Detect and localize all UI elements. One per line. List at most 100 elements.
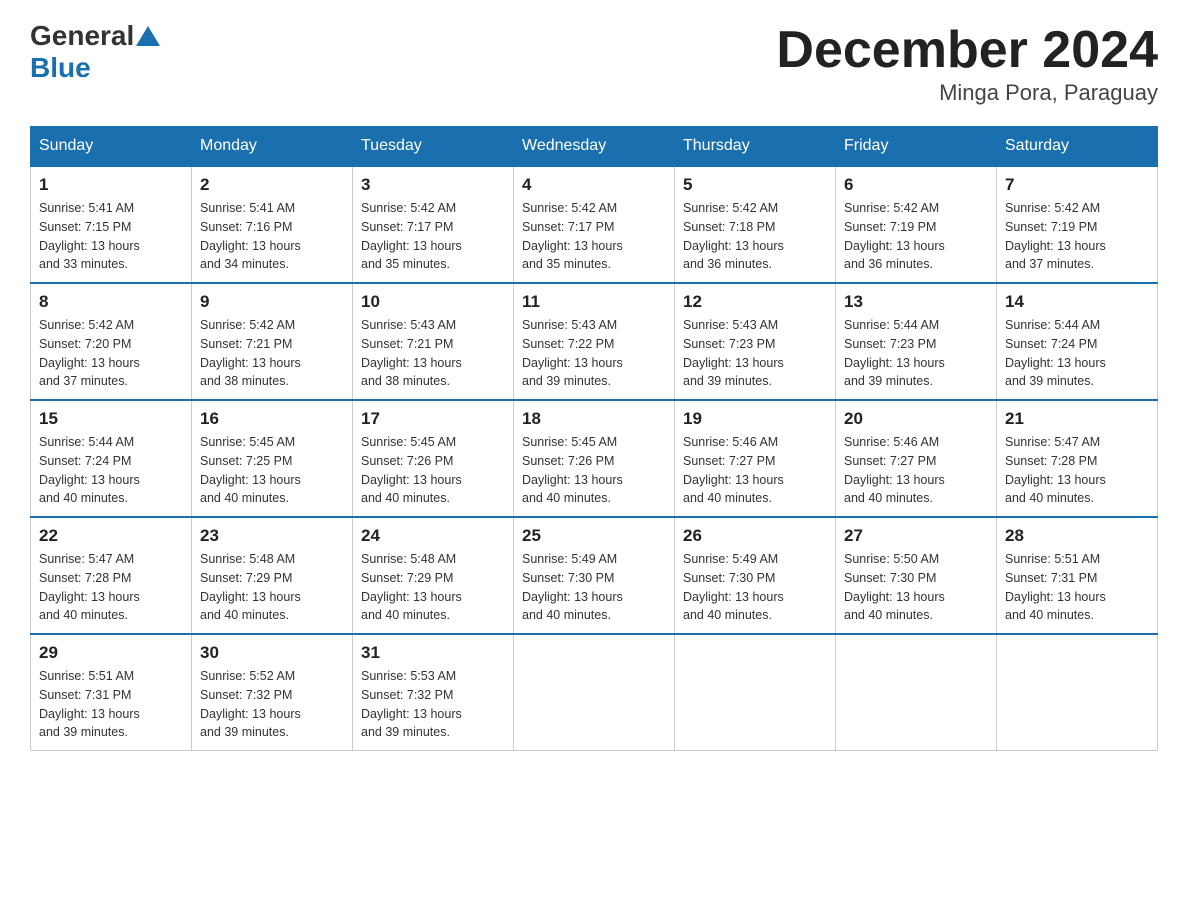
- logo: General Blue: [30, 20, 162, 84]
- header-thursday: Thursday: [675, 127, 836, 167]
- day-info: Sunrise: 5:42 AM Sunset: 7:18 PM Dayligh…: [683, 199, 827, 274]
- table-row: 6 Sunrise: 5:42 AM Sunset: 7:19 PM Dayli…: [836, 166, 997, 283]
- day-number: 12: [683, 292, 827, 312]
- logo-general-text: General: [30, 20, 134, 52]
- table-row: 12 Sunrise: 5:43 AM Sunset: 7:23 PM Dayl…: [675, 283, 836, 400]
- table-row: 19 Sunrise: 5:46 AM Sunset: 7:27 PM Dayl…: [675, 400, 836, 517]
- day-number: 27: [844, 526, 988, 546]
- header-sunday: Sunday: [31, 127, 192, 167]
- day-info: Sunrise: 5:45 AM Sunset: 7:26 PM Dayligh…: [361, 433, 505, 508]
- table-row: [997, 634, 1158, 751]
- calendar-table: Sunday Monday Tuesday Wednesday Thursday…: [30, 126, 1158, 751]
- header-tuesday: Tuesday: [353, 127, 514, 167]
- table-row: 15 Sunrise: 5:44 AM Sunset: 7:24 PM Dayl…: [31, 400, 192, 517]
- day-info: Sunrise: 5:43 AM Sunset: 7:22 PM Dayligh…: [522, 316, 666, 391]
- day-number: 2: [200, 175, 344, 195]
- table-row: 1 Sunrise: 5:41 AM Sunset: 7:15 PM Dayli…: [31, 166, 192, 283]
- table-row: 30 Sunrise: 5:52 AM Sunset: 7:32 PM Dayl…: [192, 634, 353, 751]
- day-number: 10: [361, 292, 505, 312]
- day-number: 7: [1005, 175, 1149, 195]
- table-row: 18 Sunrise: 5:45 AM Sunset: 7:26 PM Dayl…: [514, 400, 675, 517]
- day-number: 21: [1005, 409, 1149, 429]
- day-number: 26: [683, 526, 827, 546]
- table-row: 14 Sunrise: 5:44 AM Sunset: 7:24 PM Dayl…: [997, 283, 1158, 400]
- day-number: 8: [39, 292, 183, 312]
- day-info: Sunrise: 5:44 AM Sunset: 7:24 PM Dayligh…: [39, 433, 183, 508]
- page-subtitle: Minga Pora, Paraguay: [776, 80, 1158, 106]
- day-info: Sunrise: 5:46 AM Sunset: 7:27 PM Dayligh…: [683, 433, 827, 508]
- day-number: 29: [39, 643, 183, 663]
- day-number: 23: [200, 526, 344, 546]
- page-title: December 2024: [776, 20, 1158, 80]
- header-monday: Monday: [192, 127, 353, 167]
- day-number: 4: [522, 175, 666, 195]
- day-number: 18: [522, 409, 666, 429]
- table-row: 28 Sunrise: 5:51 AM Sunset: 7:31 PM Dayl…: [997, 517, 1158, 634]
- calendar-week-row: 22 Sunrise: 5:47 AM Sunset: 7:28 PM Dayl…: [31, 517, 1158, 634]
- header-saturday: Saturday: [997, 127, 1158, 167]
- table-row: [836, 634, 997, 751]
- header-wednesday: Wednesday: [514, 127, 675, 167]
- table-row: 4 Sunrise: 5:42 AM Sunset: 7:17 PM Dayli…: [514, 166, 675, 283]
- day-info: Sunrise: 5:49 AM Sunset: 7:30 PM Dayligh…: [683, 550, 827, 625]
- calendar-week-row: 29 Sunrise: 5:51 AM Sunset: 7:31 PM Dayl…: [31, 634, 1158, 751]
- day-info: Sunrise: 5:49 AM Sunset: 7:30 PM Dayligh…: [522, 550, 666, 625]
- logo-blue-text: Blue: [30, 52, 91, 83]
- day-number: 31: [361, 643, 505, 663]
- table-row: 26 Sunrise: 5:49 AM Sunset: 7:30 PM Dayl…: [675, 517, 836, 634]
- day-info: Sunrise: 5:42 AM Sunset: 7:21 PM Dayligh…: [200, 316, 344, 391]
- table-row: 3 Sunrise: 5:42 AM Sunset: 7:17 PM Dayli…: [353, 166, 514, 283]
- day-number: 19: [683, 409, 827, 429]
- table-row: 5 Sunrise: 5:42 AM Sunset: 7:18 PM Dayli…: [675, 166, 836, 283]
- day-info: Sunrise: 5:51 AM Sunset: 7:31 PM Dayligh…: [39, 667, 183, 742]
- day-info: Sunrise: 5:45 AM Sunset: 7:26 PM Dayligh…: [522, 433, 666, 508]
- calendar-week-row: 8 Sunrise: 5:42 AM Sunset: 7:20 PM Dayli…: [31, 283, 1158, 400]
- logo-triangle-icon: [136, 26, 160, 46]
- day-number: 1: [39, 175, 183, 195]
- day-info: Sunrise: 5:41 AM Sunset: 7:16 PM Dayligh…: [200, 199, 344, 274]
- day-info: Sunrise: 5:47 AM Sunset: 7:28 PM Dayligh…: [1005, 433, 1149, 508]
- day-info: Sunrise: 5:41 AM Sunset: 7:15 PM Dayligh…: [39, 199, 183, 274]
- table-row: 21 Sunrise: 5:47 AM Sunset: 7:28 PM Dayl…: [997, 400, 1158, 517]
- table-row: 13 Sunrise: 5:44 AM Sunset: 7:23 PM Dayl…: [836, 283, 997, 400]
- day-number: 15: [39, 409, 183, 429]
- day-number: 9: [200, 292, 344, 312]
- table-row: 29 Sunrise: 5:51 AM Sunset: 7:31 PM Dayl…: [31, 634, 192, 751]
- day-number: 20: [844, 409, 988, 429]
- day-number: 17: [361, 409, 505, 429]
- day-number: 11: [522, 292, 666, 312]
- day-info: Sunrise: 5:48 AM Sunset: 7:29 PM Dayligh…: [361, 550, 505, 625]
- table-row: 10 Sunrise: 5:43 AM Sunset: 7:21 PM Dayl…: [353, 283, 514, 400]
- day-info: Sunrise: 5:50 AM Sunset: 7:30 PM Dayligh…: [844, 550, 988, 625]
- table-row: 23 Sunrise: 5:48 AM Sunset: 7:29 PM Dayl…: [192, 517, 353, 634]
- day-info: Sunrise: 5:43 AM Sunset: 7:23 PM Dayligh…: [683, 316, 827, 391]
- day-number: 14: [1005, 292, 1149, 312]
- table-row: 2 Sunrise: 5:41 AM Sunset: 7:16 PM Dayli…: [192, 166, 353, 283]
- header-friday: Friday: [836, 127, 997, 167]
- table-row: 17 Sunrise: 5:45 AM Sunset: 7:26 PM Dayl…: [353, 400, 514, 517]
- table-row: 9 Sunrise: 5:42 AM Sunset: 7:21 PM Dayli…: [192, 283, 353, 400]
- day-info: Sunrise: 5:43 AM Sunset: 7:21 PM Dayligh…: [361, 316, 505, 391]
- day-number: 22: [39, 526, 183, 546]
- day-info: Sunrise: 5:48 AM Sunset: 7:29 PM Dayligh…: [200, 550, 344, 625]
- table-row: [675, 634, 836, 751]
- table-row: 20 Sunrise: 5:46 AM Sunset: 7:27 PM Dayl…: [836, 400, 997, 517]
- day-info: Sunrise: 5:46 AM Sunset: 7:27 PM Dayligh…: [844, 433, 988, 508]
- day-info: Sunrise: 5:53 AM Sunset: 7:32 PM Dayligh…: [361, 667, 505, 742]
- table-row: 11 Sunrise: 5:43 AM Sunset: 7:22 PM Dayl…: [514, 283, 675, 400]
- page-header: General Blue December 2024 Minga Pora, P…: [30, 20, 1158, 106]
- day-info: Sunrise: 5:42 AM Sunset: 7:17 PM Dayligh…: [361, 199, 505, 274]
- day-info: Sunrise: 5:44 AM Sunset: 7:24 PM Dayligh…: [1005, 316, 1149, 391]
- day-info: Sunrise: 5:44 AM Sunset: 7:23 PM Dayligh…: [844, 316, 988, 391]
- table-row: 25 Sunrise: 5:49 AM Sunset: 7:30 PM Dayl…: [514, 517, 675, 634]
- day-number: 5: [683, 175, 827, 195]
- table-row: 16 Sunrise: 5:45 AM Sunset: 7:25 PM Dayl…: [192, 400, 353, 517]
- table-row: [514, 634, 675, 751]
- day-info: Sunrise: 5:42 AM Sunset: 7:20 PM Dayligh…: [39, 316, 183, 391]
- table-row: 27 Sunrise: 5:50 AM Sunset: 7:30 PM Dayl…: [836, 517, 997, 634]
- table-row: 22 Sunrise: 5:47 AM Sunset: 7:28 PM Dayl…: [31, 517, 192, 634]
- table-row: 8 Sunrise: 5:42 AM Sunset: 7:20 PM Dayli…: [31, 283, 192, 400]
- day-number: 28: [1005, 526, 1149, 546]
- calendar-week-row: 15 Sunrise: 5:44 AM Sunset: 7:24 PM Dayl…: [31, 400, 1158, 517]
- table-row: 31 Sunrise: 5:53 AM Sunset: 7:32 PM Dayl…: [353, 634, 514, 751]
